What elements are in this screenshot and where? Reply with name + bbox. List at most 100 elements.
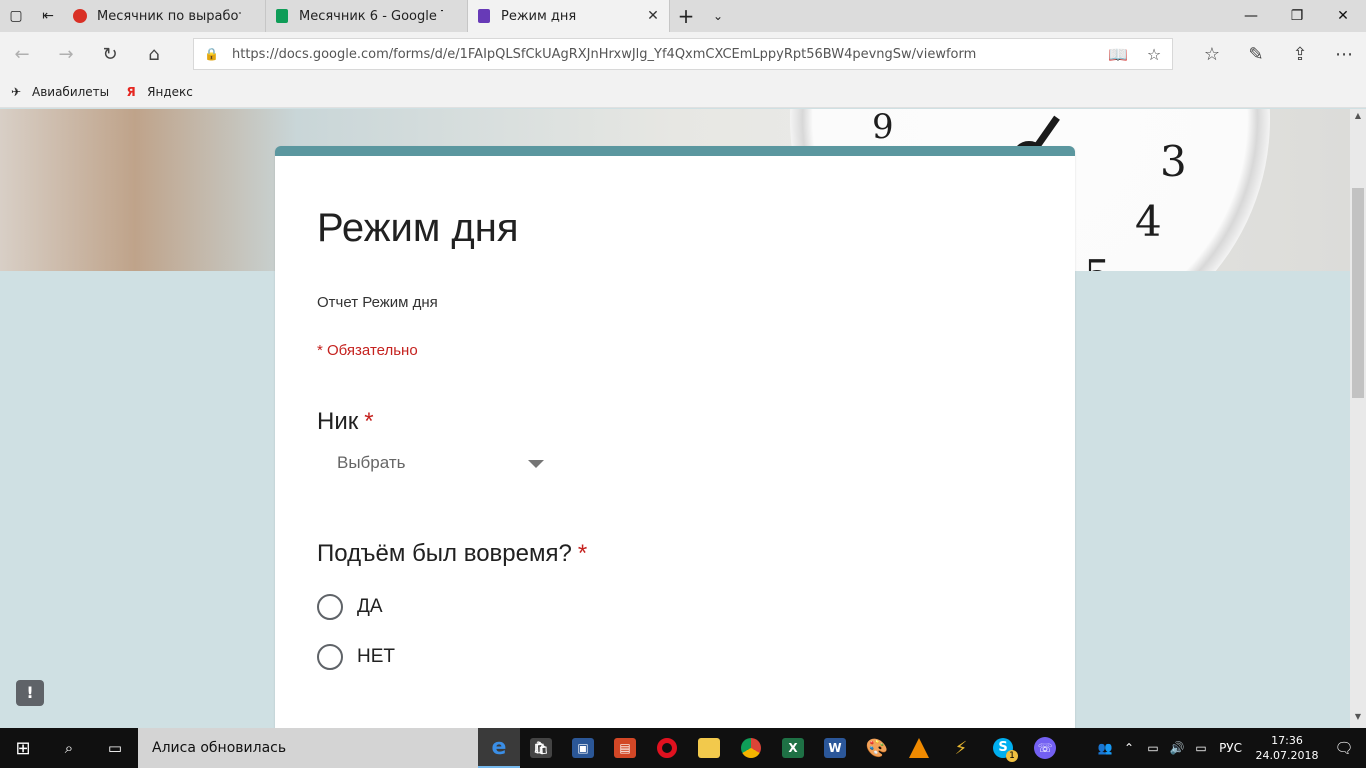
stop-red-icon: [72, 8, 88, 24]
page-scrollbar[interactable]: ▲ ▼: [1350, 109, 1366, 728]
required-star: *: [577, 540, 588, 567]
feedback-button[interactable]: !: [16, 680, 44, 706]
address-bar: ← → ↻ ⌂ 🔒 https://docs.google.com/forms/…: [0, 32, 1366, 76]
question-text: Ник: [317, 408, 359, 435]
set-aside-tabs-icon[interactable]: ⇤: [32, 0, 64, 32]
back-button[interactable]: ←: [0, 32, 44, 76]
question-title-podyom: Подъём был вовремя? *: [317, 540, 587, 568]
url-field[interactable]: 🔒 https://docs.google.com/forms/d/e/1FAI…: [193, 38, 1173, 70]
windows-start-icon[interactable]: ⊞: [0, 728, 46, 768]
search-box-text: Алиса обновилась: [152, 740, 287, 756]
sheets-icon: [274, 8, 290, 24]
system-tray: 👥 ⌃ ▭ 🔊 ▭ РУС 17:36 24.07.2018 🗨: [1093, 728, 1366, 768]
share-icon[interactable]: ⇪: [1278, 32, 1322, 76]
scrollbar-thumb[interactable]: [1352, 188, 1364, 398]
save-app-icon[interactable]: ▣: [562, 728, 604, 768]
radio-button[interactable]: [317, 594, 343, 620]
new-tab-button[interactable]: +: [670, 0, 702, 32]
search-box[interactable]: Алиса обновилась: [138, 728, 478, 768]
radio-option-da[interactable]: ДА: [317, 594, 383, 620]
tab-preview-chevron-icon[interactable]: ⌄: [702, 0, 734, 32]
viber-app-icon[interactable]: ☏: [1024, 728, 1066, 768]
file-explorer-icon[interactable]: [688, 728, 730, 768]
tab-title: Месячник 6 - Google Табли: [299, 8, 443, 24]
chevron-up-icon[interactable]: ⌃: [1117, 741, 1141, 755]
close-window-button[interactable]: ✕: [1320, 0, 1366, 32]
tab-actions-icon[interactable]: ▢: [0, 0, 32, 32]
vlc-app-icon[interactable]: [898, 728, 940, 768]
form-description: Отчет Режим дня: [317, 294, 438, 311]
radio-label: НЕТ: [357, 646, 395, 667]
refresh-button[interactable]: ↻: [88, 32, 132, 76]
scroll-down-icon[interactable]: ▼: [1350, 712, 1366, 726]
favorite-label: Авиабилеты: [32, 84, 110, 99]
form-card: Режим дня Отчет Режим дня * Обязательно …: [275, 146, 1075, 728]
clock-number: 9: [872, 109, 894, 147]
store-app-icon[interactable]: 🛍: [520, 728, 562, 768]
forward-button[interactable]: →: [44, 32, 88, 76]
yandex-icon: Я: [126, 84, 136, 99]
tab-bar: ▢ ⇤ Месячник по выработке р Месячник 6 -…: [0, 0, 1366, 32]
plane-icon: ✈: [10, 84, 22, 99]
lock-icon[interactable]: 🔒: [204, 47, 222, 61]
minimize-button[interactable]: —: [1228, 0, 1274, 32]
close-tab-icon[interactable]: ✕: [645, 8, 661, 24]
reader-app-icon[interactable]: ▤: [604, 728, 646, 768]
favorite-star-icon[interactable]: ☆: [1136, 45, 1172, 64]
radio-label: ДА: [357, 596, 383, 617]
search-icon[interactable]: ⌕: [46, 728, 92, 768]
favorite-yandex[interactable]: Я Яндекс: [123, 84, 193, 100]
dropdown-arrow-icon: [528, 460, 544, 468]
page-content: 9 3 4 5 Режим дня Отчет Режим дня * Обяз…: [0, 109, 1350, 728]
radio-button[interactable]: [317, 644, 343, 670]
torrent-app-icon[interactable]: ⚡: [940, 728, 982, 768]
edge-app-icon[interactable]: e: [478, 728, 520, 768]
skype-badge: 1: [1006, 750, 1018, 762]
tab-rezhim-dnya[interactable]: Режим дня ✕: [468, 0, 670, 32]
web-note-icon[interactable]: ✎: [1234, 32, 1278, 76]
dropdown-placeholder: Выбрать: [337, 453, 406, 472]
taskbar: ⊞ ⌕ ▭ Алиса обновилась e 🛍 ▣ ▤ X W 🎨 ⚡ S…: [0, 728, 1366, 768]
language-indicator[interactable]: РУС: [1219, 741, 1242, 755]
required-note: * Обязательно: [317, 342, 418, 359]
forms-icon: [476, 8, 492, 24]
network-icon[interactable]: ▭: [1141, 741, 1165, 755]
chrome-app-icon[interactable]: [730, 728, 772, 768]
required-star: *: [364, 408, 374, 435]
notification-center-icon[interactable]: 🗨: [1322, 739, 1366, 757]
tab-monthly-6-sheets[interactable]: Месячник 6 - Google Табли: [266, 0, 468, 32]
more-menu-icon[interactable]: ⋯: [1322, 32, 1366, 76]
form-title: Режим дня: [317, 206, 519, 250]
clock-date: 24.07.2018: [1255, 749, 1319, 762]
clock-number: 5: [1084, 251, 1111, 271]
maximize-button[interactable]: ❐: [1274, 0, 1320, 32]
nik-dropdown[interactable]: Выбрать: [317, 443, 557, 483]
tab-title: Месячник по выработке р: [97, 8, 241, 24]
word-app-icon[interactable]: W: [814, 728, 856, 768]
home-button[interactable]: ⌂: [132, 32, 176, 76]
favorites-bar: ✈ Авиабилеты Я Яндекс: [0, 76, 1366, 108]
scroll-up-icon[interactable]: ▲: [1350, 111, 1366, 125]
url-text: https://docs.google.com/forms/d/e/1FAIpQ…: [232, 46, 977, 62]
favorite-aviabilety[interactable]: ✈ Авиабилеты: [8, 84, 109, 100]
opera-app-icon[interactable]: [646, 728, 688, 768]
question-title-nik: Ник *: [317, 408, 374, 436]
task-view-icon[interactable]: ▭: [92, 728, 138, 768]
favorite-label: Яндекс: [147, 84, 193, 99]
paint-app-icon[interactable]: 🎨: [856, 728, 898, 768]
excel-app-icon[interactable]: X: [772, 728, 814, 768]
clock-number: 4: [1135, 197, 1162, 246]
radio-option-net[interactable]: НЕТ: [317, 644, 395, 670]
tab-title: Режим дня: [501, 8, 577, 24]
volume-icon[interactable]: 🔊: [1165, 741, 1189, 755]
question-text: Подъём был вовремя?: [317, 540, 572, 567]
skype-app-icon[interactable]: S 1: [982, 728, 1024, 768]
display-icon[interactable]: ▭: [1189, 741, 1213, 755]
favorites-hub-icon[interactable]: ☆: [1190, 32, 1234, 76]
reading-view-icon[interactable]: 📖: [1100, 45, 1136, 64]
people-icon[interactable]: 👥: [1093, 741, 1117, 755]
clock-number: 3: [1160, 137, 1187, 186]
taskbar-clock[interactable]: 17:36 24.07.2018: [1252, 733, 1322, 763]
clock-time: 17:36: [1271, 734, 1303, 747]
tab-monthly-1[interactable]: Месячник по выработке р: [64, 0, 266, 32]
